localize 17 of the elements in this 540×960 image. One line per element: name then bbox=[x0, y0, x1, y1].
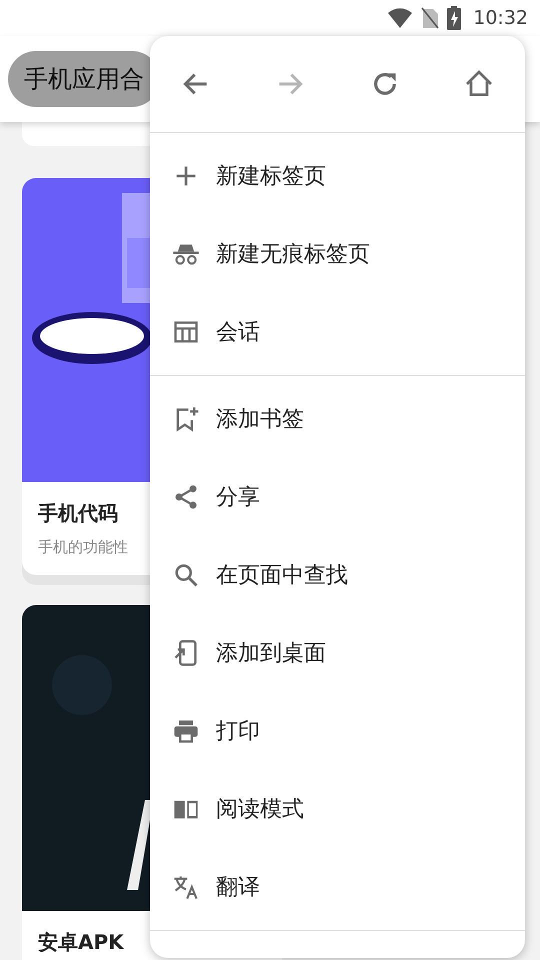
card-title: 手机代码 bbox=[38, 500, 119, 527]
menu-item[interactable]: 会话 bbox=[150, 293, 525, 371]
menu-item[interactable]: 阅读模式 bbox=[150, 770, 525, 848]
menu-item[interactable]: 新建无痕标签页 bbox=[150, 215, 525, 293]
menu-item[interactable]: 新建标签页 bbox=[150, 137, 525, 215]
menu-item[interactable]: 分享 bbox=[150, 458, 525, 536]
no-sim-icon bbox=[421, 7, 440, 29]
menu-item[interactable]: 在页面中查找 bbox=[150, 536, 525, 614]
card-title: 安卓APK bbox=[38, 928, 125, 956]
card-subtitle: 手机的功能性 bbox=[38, 537, 129, 558]
wifi-icon bbox=[387, 7, 414, 29]
battery-charging-icon bbox=[447, 6, 462, 30]
menu-item[interactable]: 添加到桌面 bbox=[150, 614, 525, 692]
status-time: 10:32 bbox=[473, 6, 528, 31]
menu-item[interactable]: 添加书签 bbox=[150, 380, 525, 458]
menu-item[interactable]: 翻译 bbox=[150, 848, 525, 926]
menu-item[interactable]: 打印 bbox=[150, 692, 525, 770]
